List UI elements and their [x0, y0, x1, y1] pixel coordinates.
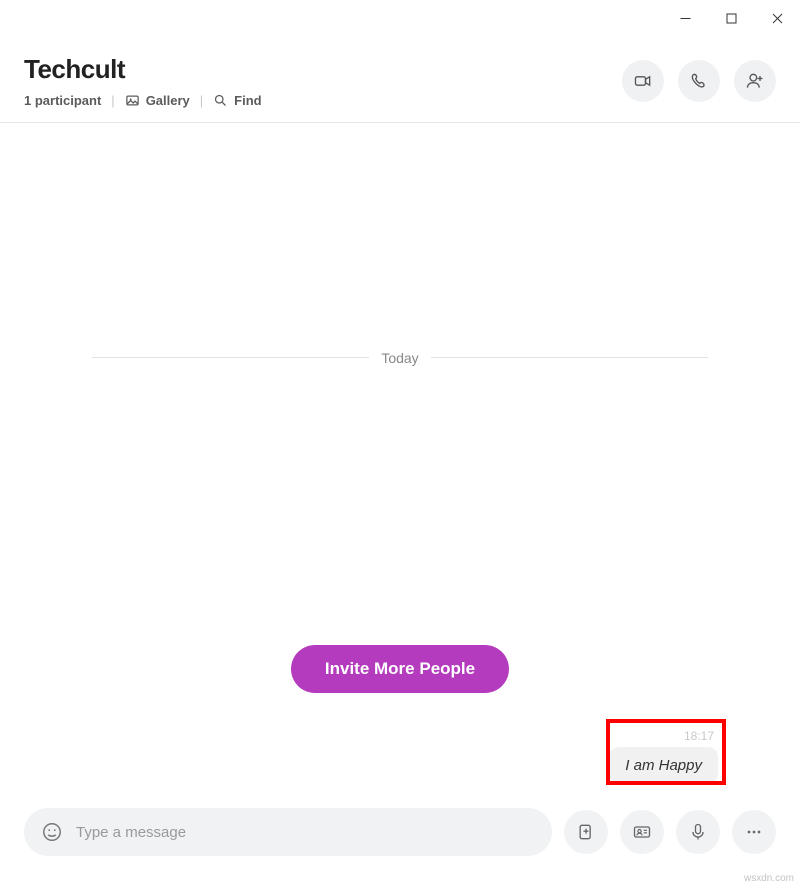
message-input[interactable]	[66, 824, 544, 841]
find-label: Find	[234, 93, 261, 108]
find-button[interactable]: Find	[213, 93, 261, 108]
separator: |	[111, 93, 114, 108]
microphone-icon	[688, 822, 708, 842]
gallery-label: Gallery	[146, 93, 190, 108]
search-icon	[213, 93, 228, 108]
more-options-button[interactable]	[732, 810, 776, 854]
watermark: wsxdn.com	[744, 873, 794, 884]
chat-title: Techcult	[24, 54, 262, 85]
close-button[interactable]	[754, 2, 800, 34]
message-bubble[interactable]: I am Happy	[609, 747, 718, 784]
more-icon	[744, 822, 764, 842]
attach-file-button[interactable]	[564, 810, 608, 854]
video-icon	[633, 71, 653, 91]
message-time: 18:17	[684, 729, 714, 743]
chat-header: Techcult 1 participant | Gallery | Find	[0, 36, 800, 123]
window-titlebar	[0, 0, 800, 36]
add-person-icon	[745, 71, 765, 91]
minimize-icon	[680, 13, 691, 24]
separator: |	[200, 93, 203, 108]
gallery-icon	[125, 93, 140, 108]
gallery-button[interactable]: Gallery	[125, 93, 190, 108]
outgoing-message-block: 18:17 I am Happy	[24, 729, 776, 784]
invite-more-people-button[interactable]: Invite More People	[291, 645, 509, 693]
phone-icon	[689, 71, 709, 91]
date-label: Today	[381, 350, 418, 366]
minimize-button[interactable]	[662, 2, 708, 34]
add-people-button[interactable]	[734, 60, 776, 102]
emoji-icon	[41, 821, 63, 843]
message-composer	[0, 808, 800, 886]
maximize-button[interactable]	[708, 2, 754, 34]
voice-message-button[interactable]	[676, 810, 720, 854]
emoji-button[interactable]	[38, 818, 66, 846]
maximize-icon	[726, 13, 737, 24]
audio-call-button[interactable]	[678, 60, 720, 102]
contact-card-button[interactable]	[620, 810, 664, 854]
chat-area: Today Invite More People 18:17 I am Happ…	[0, 123, 800, 808]
date-divider: Today	[92, 350, 708, 366]
contact-icon	[632, 822, 652, 842]
participants-count[interactable]: 1 participant	[24, 93, 101, 108]
close-icon	[772, 13, 783, 24]
chat-subheader: 1 participant | Gallery | Find	[24, 93, 262, 108]
input-container	[24, 808, 552, 856]
file-icon	[576, 822, 596, 842]
video-call-button[interactable]	[622, 60, 664, 102]
